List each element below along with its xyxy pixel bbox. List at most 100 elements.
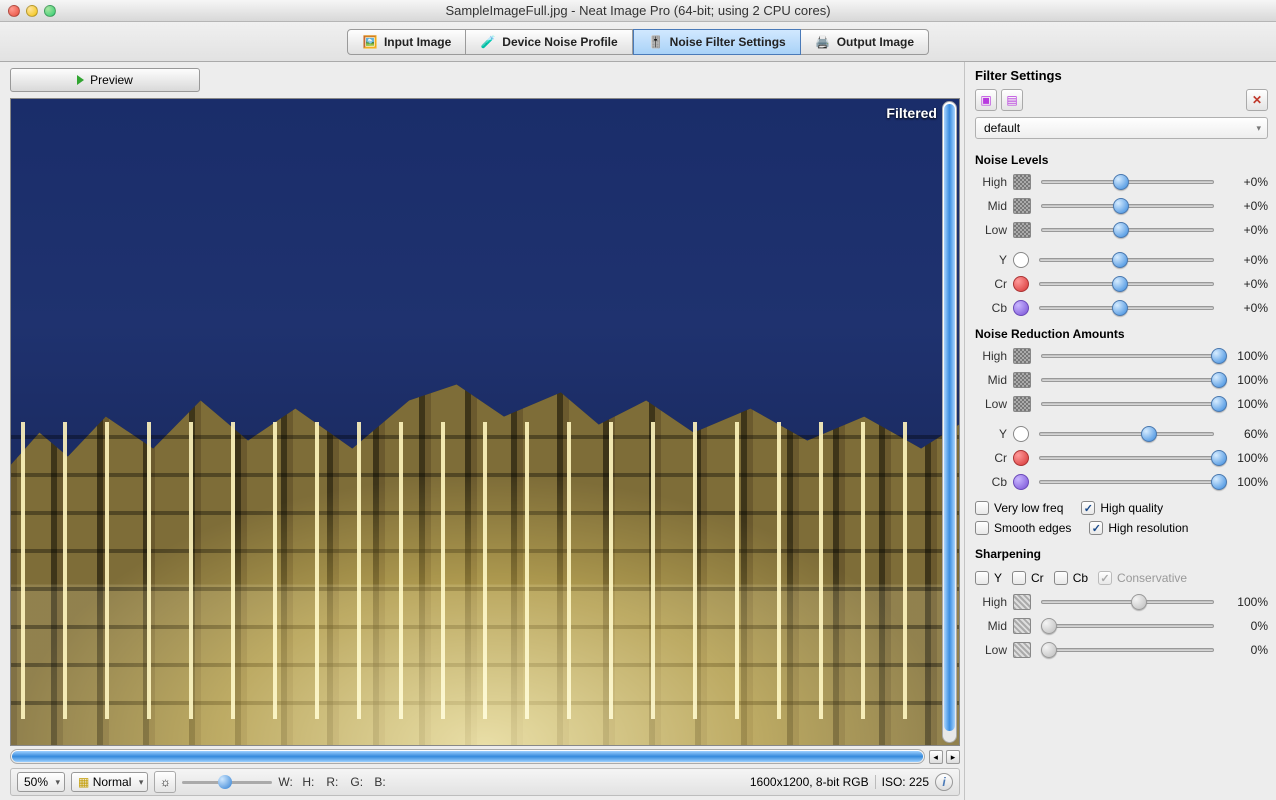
slider[interactable] [1035, 276, 1218, 292]
slider-row: Y+0% [975, 249, 1268, 271]
slider[interactable] [1037, 594, 1218, 610]
slider-label: Mid [975, 373, 1007, 387]
slider-value: 100% [1224, 475, 1268, 489]
slider[interactable] [1037, 372, 1218, 388]
slider[interactable] [1037, 348, 1218, 364]
slider-label: Low [975, 643, 1007, 657]
slider[interactable] [1035, 300, 1218, 316]
swatch-icon [1013, 372, 1031, 388]
slider-row: Cr+0% [975, 273, 1268, 295]
scroll-right-button[interactable]: ▸ [946, 750, 960, 764]
status-bar: 50% ▦ Normal ☼ W: H: R: G: B: 1600x1200,… [10, 768, 960, 796]
width-label: W: [278, 775, 296, 789]
slider-knob[interactable] [1211, 450, 1227, 466]
slider-knob[interactable] [1112, 300, 1128, 316]
swatch-icon [1013, 252, 1029, 268]
slider-knob[interactable] [1211, 396, 1227, 412]
smooth-edges-checkbox[interactable]: Smooth edges [975, 521, 1071, 535]
sharpen-cr-checkbox[interactable]: Cr [1012, 571, 1044, 585]
v-scroll-thumb[interactable] [944, 104, 955, 731]
slider[interactable] [1037, 198, 1218, 214]
reset-button[interactable]: ✕ [1246, 89, 1268, 111]
swatch-icon [1013, 348, 1031, 364]
slider-knob[interactable] [1211, 372, 1227, 388]
slider-knob[interactable] [1141, 426, 1157, 442]
preview-glow [11, 474, 959, 745]
horizontal-scrollbar[interactable] [10, 749, 925, 764]
sharpen-cb-checkbox[interactable]: Cb [1054, 571, 1088, 585]
content: Preview Filtered ◂ ▸ 50% ▦ Normal ☼ W: H… [0, 62, 1276, 800]
swatch-icon [1013, 222, 1031, 238]
slider[interactable] [1035, 474, 1218, 490]
r-label: R: [326, 775, 344, 789]
slider[interactable] [1035, 426, 1218, 442]
tab-input-image[interactable]: 🖼️ Input Image [347, 29, 466, 55]
tab-output-image[interactable]: 🖨️ Output Image [801, 29, 929, 55]
high-quality-checkbox[interactable]: High quality [1081, 501, 1163, 515]
slider-value: 100% [1224, 451, 1268, 465]
info-button[interactable]: i [935, 773, 953, 791]
left-pane: Preview Filtered ◂ ▸ 50% ▦ Normal ☼ W: H… [0, 62, 964, 800]
slider-value: 100% [1224, 349, 1268, 363]
very-low-freq-checkbox[interactable]: Very low freq [975, 501, 1063, 515]
slider-value: +0% [1224, 277, 1268, 291]
zoom-value: 50% [24, 775, 48, 789]
slider-knob[interactable] [1113, 198, 1129, 214]
slider[interactable] [1037, 396, 1218, 412]
save-preset-button[interactable]: ▤ [1001, 89, 1023, 111]
h-scroll-thumb[interactable] [12, 751, 923, 762]
swatch-icon [1013, 426, 1029, 442]
slider-knob[interactable] [1112, 276, 1128, 292]
zoom-dropdown[interactable]: 50% [17, 772, 65, 792]
scroll-left-button[interactable]: ◂ [929, 750, 943, 764]
slider-knob[interactable] [1112, 252, 1128, 268]
slider[interactable] [1035, 252, 1218, 268]
slider[interactable] [1035, 450, 1218, 466]
filter-options-row1: Very low freq High quality [975, 501, 1268, 515]
slider-knob[interactable] [1041, 618, 1057, 634]
slider[interactable] [1037, 642, 1218, 658]
image-preview[interactable]: Filtered [10, 98, 960, 746]
slider-knob[interactable] [1131, 594, 1147, 610]
slider-knob[interactable] [1041, 642, 1057, 658]
slider-knob[interactable] [1211, 348, 1227, 364]
main-tabbar: 🖼️ Input Image 🧪 Device Noise Profile 🎚️… [0, 22, 1276, 62]
swatch-icon [1013, 396, 1031, 412]
preview-button[interactable]: Preview [10, 68, 200, 92]
sharpening-channels: Y Cr Cb Conservative [975, 571, 1268, 585]
slider-row: Low0% [975, 639, 1268, 661]
filter-settings-panel: Filter Settings ▣ ▤ ✕ default Noise Leve… [964, 62, 1276, 800]
slider-row: Mid0% [975, 615, 1268, 637]
slider-label: Y [975, 253, 1007, 267]
slider-row: Cr100% [975, 447, 1268, 469]
slider-knob[interactable] [1113, 174, 1129, 190]
hscroll-arrows: ◂ ▸ [929, 749, 960, 764]
slider-label: High [975, 595, 1007, 609]
slider[interactable] [1037, 174, 1218, 190]
slider-knob[interactable] [1211, 474, 1227, 490]
slider-row: Cb+0% [975, 297, 1268, 319]
slider-knob[interactable] [1113, 222, 1129, 238]
high-resolution-checkbox[interactable]: High resolution [1089, 521, 1188, 535]
sharpen-y-checkbox[interactable]: Y [975, 571, 1002, 585]
sharpen-conservative-checkbox: Conservative [1098, 571, 1187, 585]
sun-icon: ☼ [160, 775, 171, 789]
sharpening-heading: Sharpening [975, 547, 1268, 561]
open-preset-button[interactable]: ▣ [975, 89, 997, 111]
slider-label: Low [975, 223, 1007, 237]
slider-value: 100% [1224, 373, 1268, 387]
folder-icon: ▣ [980, 93, 991, 107]
mode-dropdown[interactable]: ▦ Normal [71, 772, 148, 792]
slider[interactable] [1037, 618, 1218, 634]
slider-row: Cb100% [975, 471, 1268, 493]
slider-label: Mid [975, 619, 1007, 633]
tab-device-noise-profile[interactable]: 🧪 Device Noise Profile [466, 29, 632, 55]
brightness-slider[interactable] [182, 775, 272, 789]
preset-dropdown[interactable]: default [975, 117, 1268, 139]
brightness-knob[interactable] [218, 775, 232, 789]
swatch-icon [1013, 198, 1031, 214]
brightness-button[interactable]: ☼ [154, 771, 176, 793]
tab-noise-filter-settings[interactable]: 🎚️ Noise Filter Settings [633, 29, 801, 55]
slider[interactable] [1037, 222, 1218, 238]
vertical-scrollbar[interactable] [942, 101, 957, 743]
